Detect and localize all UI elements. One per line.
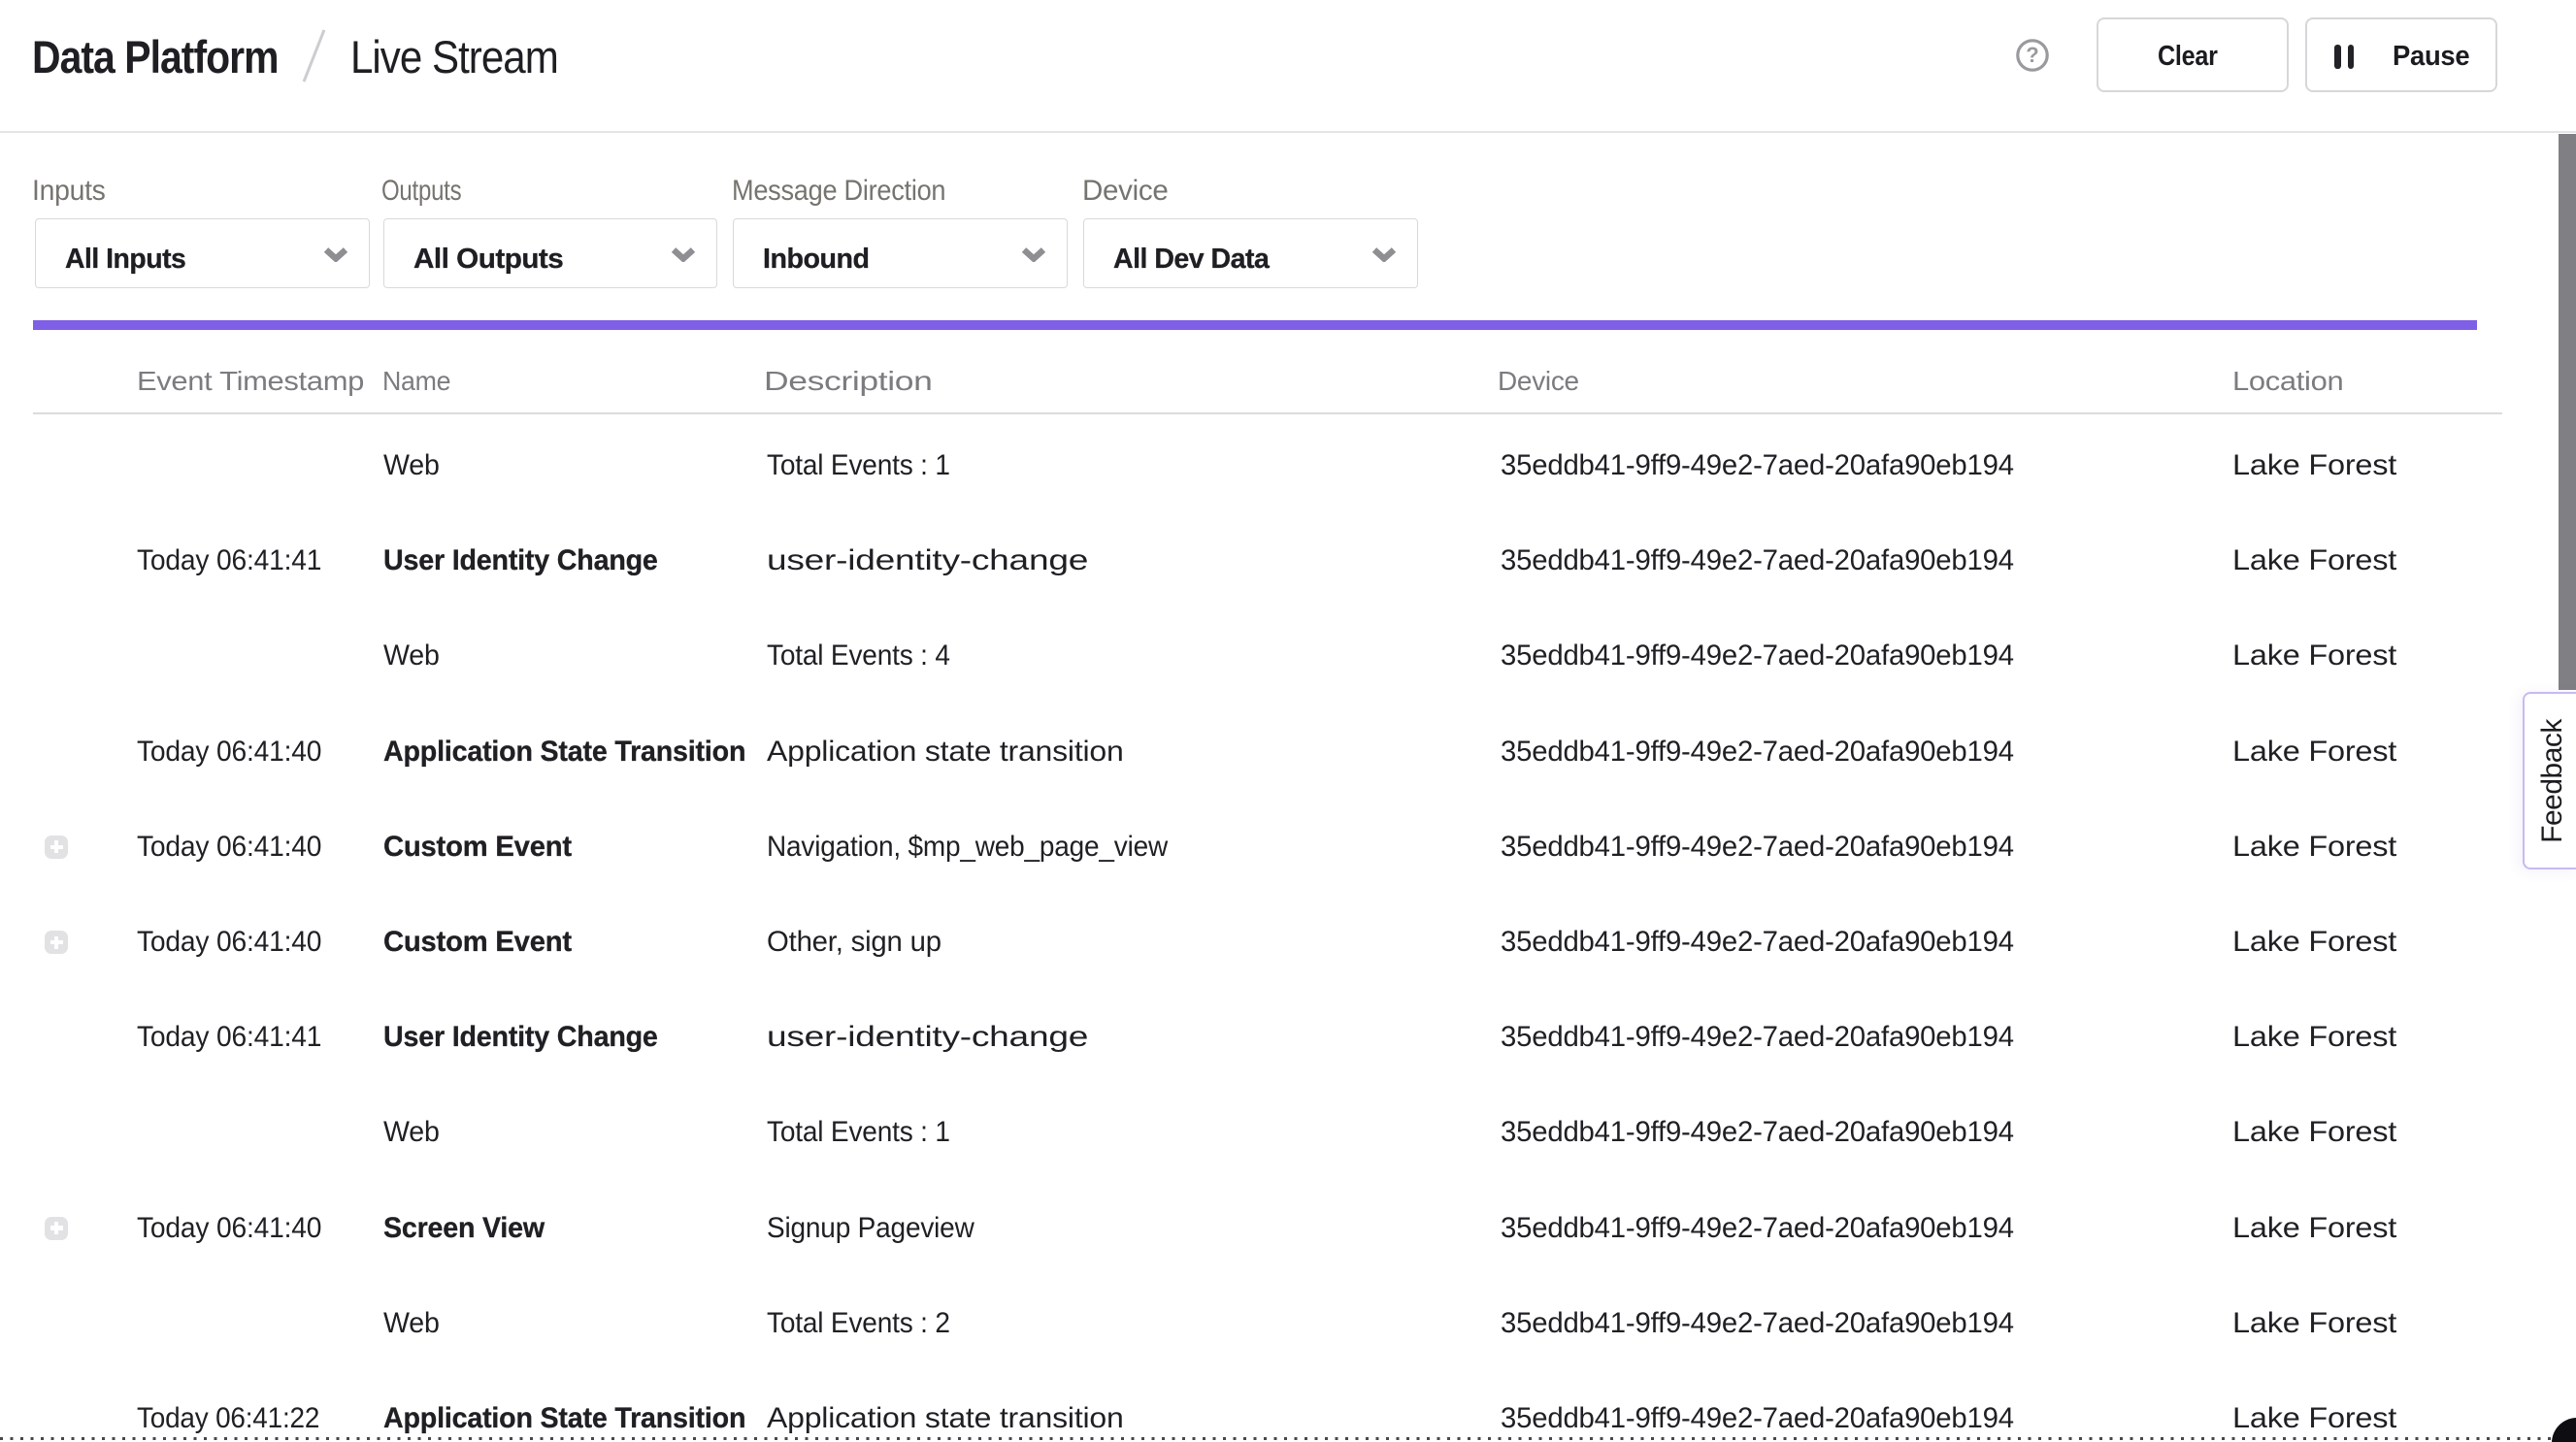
svg-text:?: ? bbox=[2026, 43, 2038, 67]
